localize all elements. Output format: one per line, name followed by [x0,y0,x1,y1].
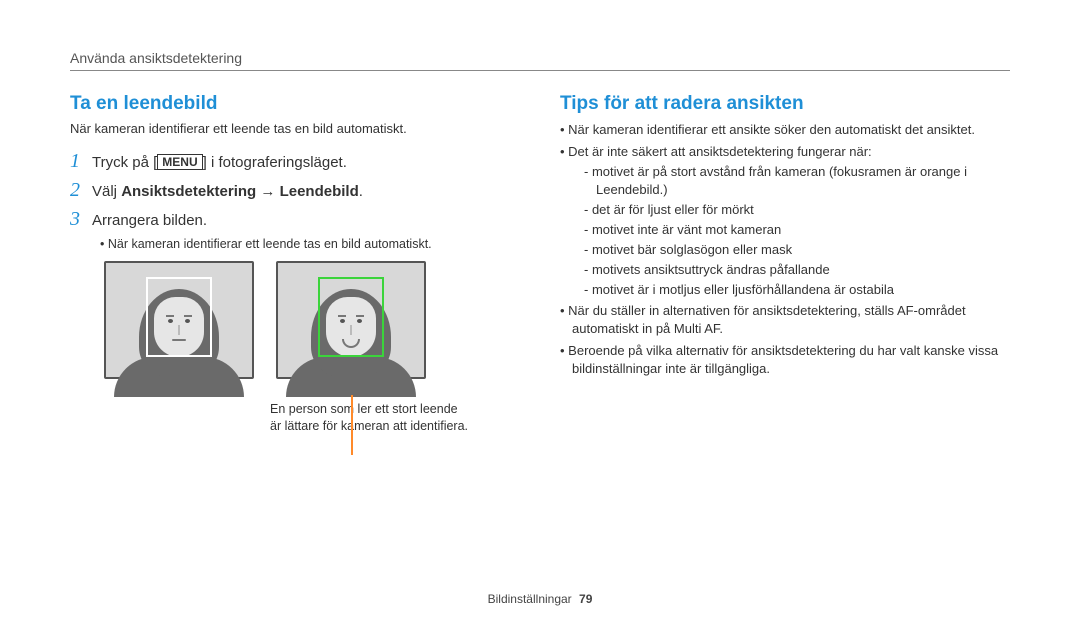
left-column: Ta en leendebild När kameran identifiera… [70,93,520,435]
tips-list: När kameran identifierar ett ansikte sök… [560,121,1010,378]
step-number: 2 [70,179,92,202]
tip-subitem: motivets ansiktsuttryck ändras påfalland… [584,261,1010,279]
step-2-text: Välj Ansiktsdetektering → Leendebild. [92,183,363,200]
tip-subitem: det är för ljust eller för mörkt [584,201,1010,219]
page-footer: Bildinställningar 79 [0,592,1080,606]
footer-section: Bildinställningar [488,592,572,606]
text: Tryck på [ [92,154,157,171]
bold-text: Ansiktsdetektering [121,183,256,200]
text: Välj [92,183,121,200]
left-intro: När kameran identifierar ett leende tas … [70,121,520,136]
right-column: Tips för att radera ansikten När kameran… [560,93,1010,435]
section-header: Använda ansiktsdetektering [70,50,1010,66]
example-image-smile [276,261,426,379]
text: Det är inte säkert att ansiktsdetekterin… [568,144,872,159]
step-3: 3 Arrangera bilden. [70,208,520,231]
tip-item: När du ställer in alternativen för ansik… [560,302,1010,338]
example-image-neutral [104,261,254,379]
tip-item: Det är inte säkert att ansiktsdetekterin… [560,143,1010,299]
manual-page: Använda ansiktsdetektering Ta en leendeb… [0,0,1080,630]
right-heading: Tips för att radera ansikten [560,93,1010,115]
steps-list: 1 Tryck på [MENU] i fotograferingsläget.… [70,150,520,231]
image-caption: En person som ler ett stort leende är lä… [270,401,470,435]
divider [70,70,1010,71]
step-1-text: Tryck på [MENU] i fotograferingsläget. [92,154,347,171]
menu-button-label: MENU [157,154,202,170]
focus-frame-white [146,277,212,357]
step-3-note: När kameran identifierar ett leende tas … [100,237,520,251]
tip-subitem: motivet inte är vänt mot kameran [584,221,1010,239]
step-number: 1 [70,150,92,173]
tip-item: Beroende på vilka alternativ för ansikts… [560,342,1010,378]
left-heading: Ta en leendebild [70,93,520,115]
callout-line-icon [351,395,353,455]
tip-sublist: motivet är på stort avstånd från kameran… [584,163,1010,299]
example-images-row [104,261,520,379]
step-number: 3 [70,208,92,231]
two-column-layout: Ta en leendebild När kameran identifiera… [70,93,1010,435]
arrow: → [256,183,279,200]
page-number: 79 [579,592,592,606]
tip-subitem: motivet är på stort avstånd från kameran… [584,163,1010,199]
step-1: 1 Tryck på [MENU] i fotograferingsläget. [70,150,520,173]
step-3-text: Arrangera bilden. [92,212,207,229]
tip-item: När kameran identifierar ett ansikte sök… [560,121,1010,139]
focus-frame-green [318,277,384,357]
tip-subitem: motivet är i motljus eller ljusförhållan… [584,281,1010,299]
text: . [359,183,363,200]
step-2: 2 Välj Ansiktsdetektering → Leendebild. [70,179,520,202]
bold-text: Leendebild [280,183,359,200]
tip-subitem: motivet bär solglasögon eller mask [584,241,1010,259]
text: ] i fotograferingsläget. [203,154,347,171]
